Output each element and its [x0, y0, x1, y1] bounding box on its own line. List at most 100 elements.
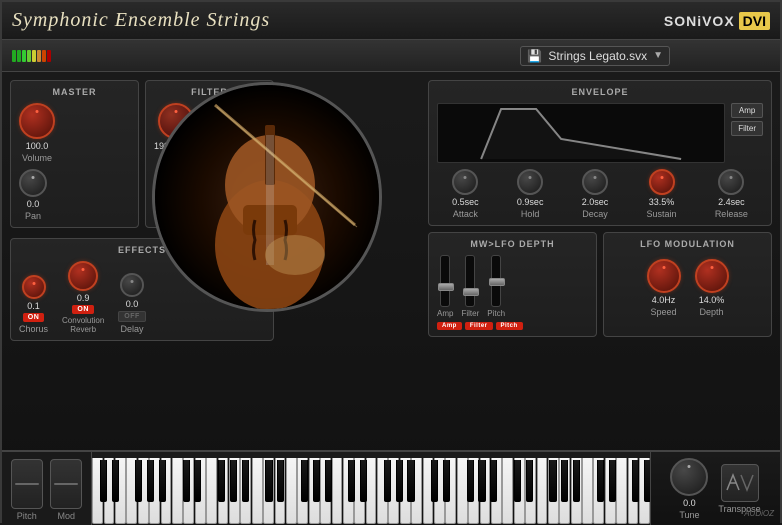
chorus-value: 0.1 [27, 301, 40, 311]
mod-wheel-graphic[interactable] [50, 459, 82, 509]
black-key[interactable] [147, 460, 154, 502]
app-title: Symphonic Ensemble Strings [12, 9, 664, 32]
white-key[interactable] [582, 458, 593, 524]
black-key[interactable] [325, 460, 332, 502]
decay-knob[interactable] [582, 169, 608, 195]
lfo-depth-title: MW>LFO DEPTH [437, 239, 588, 249]
tune-knob[interactable] [670, 458, 708, 496]
speed-value: 4.0Hz [652, 295, 676, 305]
black-key[interactable] [194, 460, 201, 502]
white-key[interactable] [286, 458, 297, 524]
black-key[interactable] [100, 460, 107, 502]
preset-selector[interactable]: 💾 Strings Legato.svx ▼ [520, 46, 670, 66]
release-value: 2.4sec [718, 197, 745, 207]
chorus-label: Chorus [19, 324, 48, 334]
attack-knob[interactable] [452, 169, 478, 195]
piano-keys[interactable] [92, 458, 650, 524]
white-key[interactable] [502, 458, 513, 524]
amp-slider-thumb[interactable] [438, 283, 454, 291]
black-key[interactable] [467, 460, 474, 502]
hold-group: 0.9sec Hold [517, 169, 544, 219]
black-key[interactable] [561, 460, 568, 502]
convolution-toggle[interactable]: ON [72, 305, 94, 314]
white-key[interactable] [172, 458, 183, 524]
white-key[interactable] [332, 458, 343, 524]
mod-wheel-group: Mod [48, 456, 86, 521]
pitch-wheel-graphic[interactable] [11, 459, 43, 509]
black-key[interactable] [396, 460, 403, 502]
delay-toggle[interactable]: OFF [118, 311, 146, 322]
black-key[interactable] [384, 460, 391, 502]
white-key[interactable] [252, 458, 263, 524]
black-key[interactable] [597, 460, 604, 502]
audioz-badge: AUDiOZ [744, 509, 774, 518]
black-key[interactable] [230, 460, 237, 502]
depth-group: 14.0% Depth [695, 259, 729, 317]
black-key[interactable] [478, 460, 485, 502]
pitch-slider-track[interactable] [491, 255, 501, 307]
black-key[interactable] [301, 460, 308, 502]
black-key[interactable] [265, 460, 272, 502]
freq-knob-dot [174, 110, 177, 113]
volume-knob[interactable] [19, 103, 55, 139]
black-key[interactable] [242, 460, 249, 502]
vumeter-bar-3 [22, 50, 26, 62]
release-label: Release [715, 209, 748, 219]
black-key[interactable] [313, 460, 320, 502]
violin-area [152, 82, 382, 312]
lfo-pitch-btn[interactable]: Pitch [496, 322, 523, 330]
black-key[interactable] [431, 460, 438, 502]
vumeter [12, 50, 51, 62]
hold-knob[interactable] [517, 169, 543, 195]
black-key[interactable] [112, 460, 119, 502]
black-key[interactable] [183, 460, 190, 502]
pan-knob[interactable] [19, 169, 47, 197]
black-key[interactable] [549, 460, 556, 502]
amp-slider-track[interactable] [440, 255, 450, 307]
black-key[interactable] [277, 460, 284, 502]
black-key[interactable] [526, 460, 533, 502]
vumeter-bar-7 [42, 50, 46, 62]
lfo-depth-knob[interactable] [695, 259, 729, 293]
white-key[interactable] [366, 458, 377, 524]
delay-knob[interactable] [120, 273, 144, 297]
black-key[interactable] [573, 460, 580, 502]
filter-slider-thumb[interactable] [463, 288, 479, 296]
black-key[interactable] [609, 460, 616, 502]
env-amp-button[interactable]: Amp [731, 103, 763, 118]
black-key[interactable] [632, 460, 639, 502]
black-key[interactable] [135, 460, 142, 502]
black-key[interactable] [490, 460, 497, 502]
release-knob[interactable] [718, 169, 744, 195]
chorus-toggle[interactable]: ON [23, 313, 45, 322]
black-key[interactable] [348, 460, 355, 502]
white-key[interactable] [206, 458, 217, 524]
speed-group: 4.0Hz Speed [647, 259, 681, 317]
white-key[interactable] [457, 458, 468, 524]
brand-sonivox: SONiVOX [664, 13, 735, 29]
black-key[interactable] [514, 460, 521, 502]
black-key[interactable] [407, 460, 414, 502]
lfo-filter-btn[interactable]: Filter [465, 322, 493, 330]
violin-svg [155, 85, 382, 312]
chorus-knob[interactable] [22, 275, 46, 299]
pitch-mod-area: Pitch Mod [2, 452, 92, 525]
white-key[interactable] [616, 458, 627, 524]
delay-dot [131, 280, 134, 283]
filter-slider-track[interactable] [465, 255, 475, 307]
speed-knob[interactable] [647, 259, 681, 293]
transpose-graphic[interactable] [721, 464, 759, 502]
sustain-knob[interactable] [649, 169, 675, 195]
white-key[interactable] [537, 458, 548, 524]
black-key[interactable] [360, 460, 367, 502]
black-key[interactable] [443, 460, 450, 502]
lfo-depth-content: Amp Filter Pitch [437, 255, 588, 318]
pitch-slider-thumb[interactable] [489, 278, 505, 286]
amp-slider-label: Amp [437, 309, 453, 318]
lfo-amp-btn[interactable]: Amp [437, 322, 462, 330]
black-key[interactable] [644, 460, 650, 502]
black-key[interactable] [159, 460, 166, 502]
convolution-knob[interactable] [68, 261, 98, 291]
env-filter-button[interactable]: Filter [731, 121, 763, 136]
black-key[interactable] [218, 460, 225, 502]
